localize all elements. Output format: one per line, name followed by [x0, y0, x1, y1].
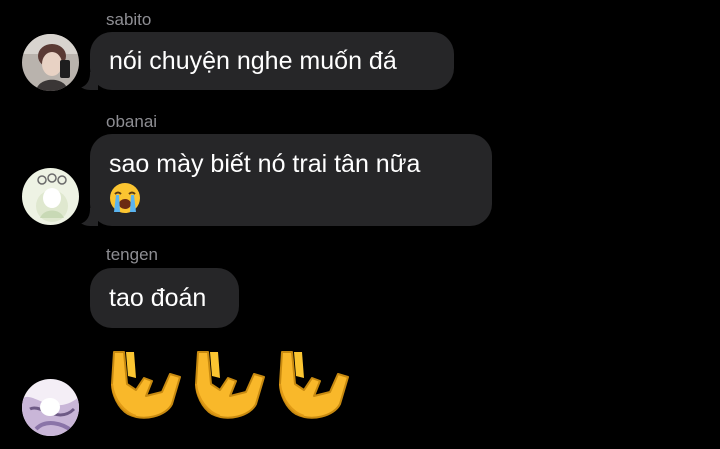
- love-you-gesture-icon: [195, 351, 265, 419]
- loudly-crying-face-emoji: 😭: [109, 181, 473, 215]
- message-bubble[interactable]: tao đoán: [90, 268, 239, 328]
- message-text: tao đoán: [109, 284, 207, 312]
- sender-name[interactable]: obanai: [106, 113, 157, 130]
- avatar[interactable]: [22, 168, 79, 225]
- emoji-message[interactable]: [106, 344, 354, 424]
- love-you-gesture-icon: [279, 351, 349, 419]
- bubble-tail: [78, 208, 98, 226]
- sender-name[interactable]: sabito: [106, 11, 151, 28]
- avatar[interactable]: [22, 34, 79, 91]
- avatar[interactable]: [22, 379, 79, 436]
- message-text: nói chuyện nghe muốn đá: [109, 47, 397, 75]
- message-bubble[interactable]: nói chuyện nghe muốn đá: [90, 32, 454, 90]
- message-bubble[interactable]: sao mày biết nó trai tân nữa 😭: [90, 134, 492, 226]
- sender-name[interactable]: tengen: [106, 246, 158, 263]
- love-you-gesture-icon: [111, 351, 181, 419]
- bubble-tail: [78, 72, 98, 90]
- message-text: sao mày biết nó trai tân nữa: [109, 150, 421, 178]
